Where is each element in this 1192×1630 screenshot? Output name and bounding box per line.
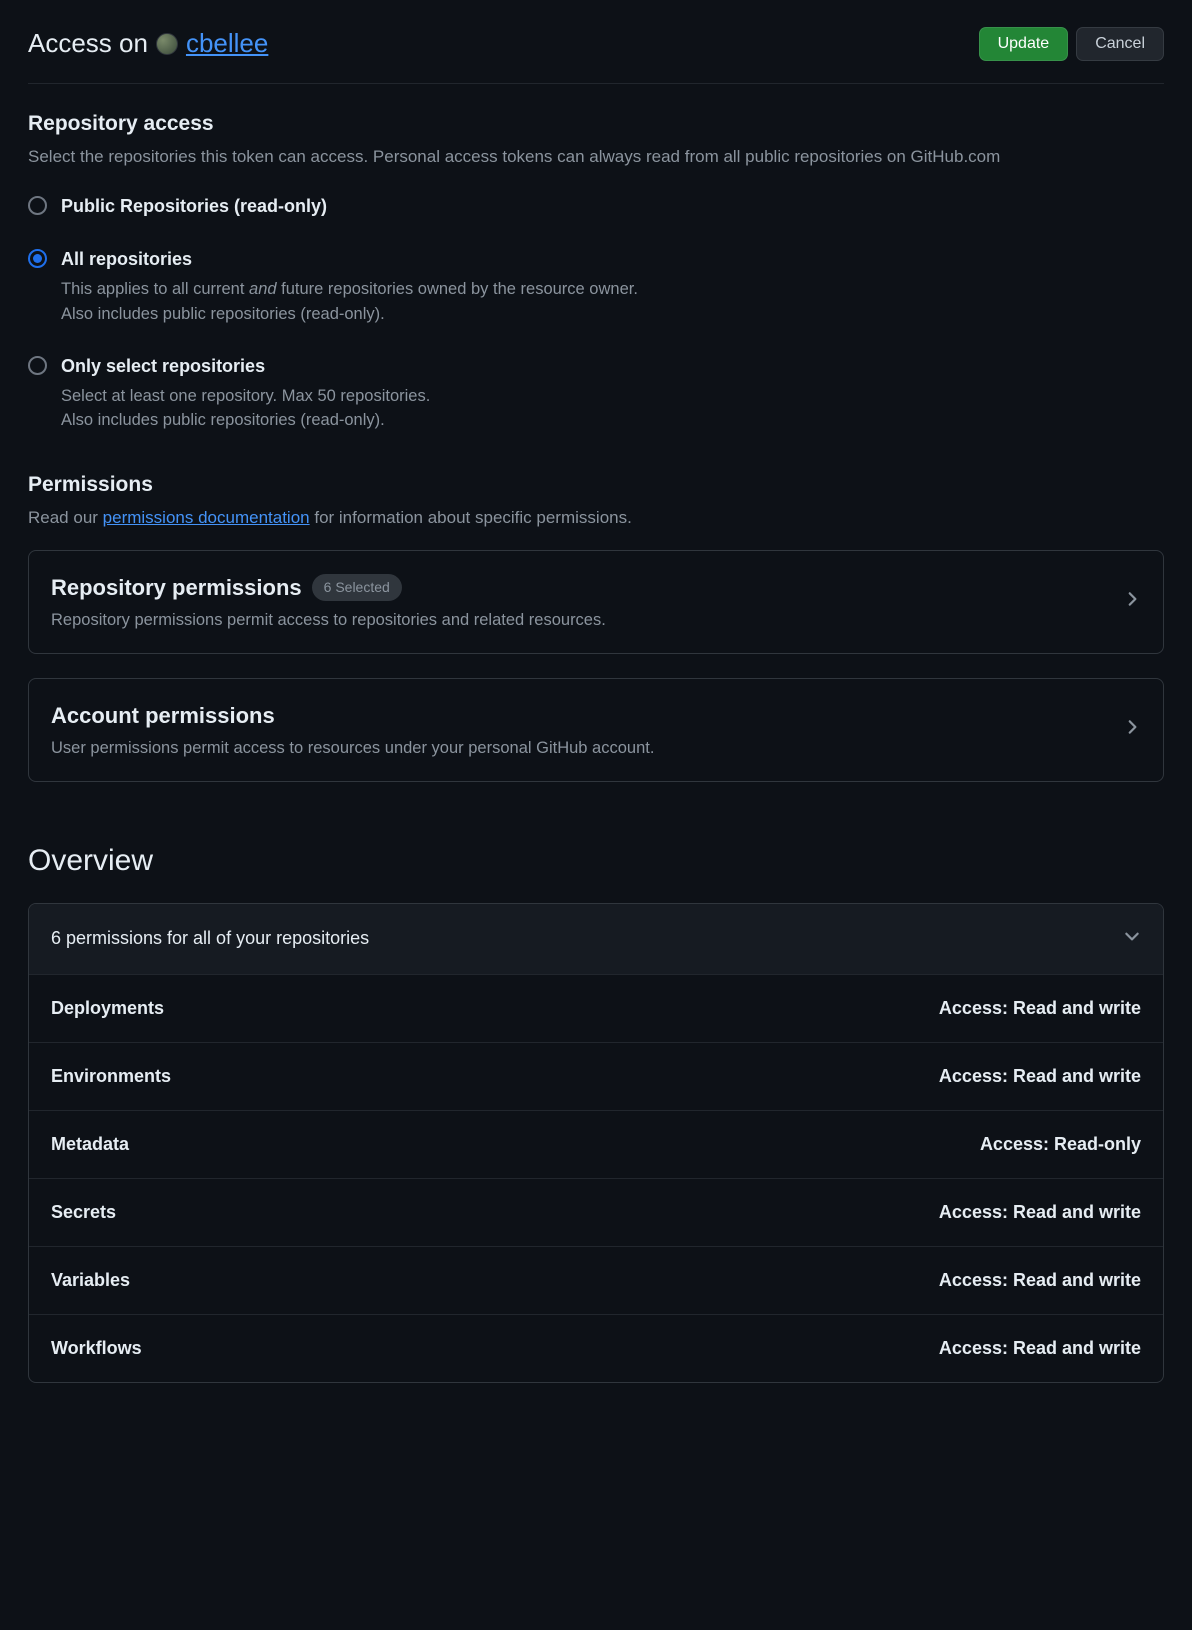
update-button[interactable]: Update: [979, 27, 1069, 61]
overview-header-text: 6 permissions for all of your repositori…: [51, 925, 369, 952]
repo-perm-badge: 6 Selected: [312, 574, 402, 601]
user-link[interactable]: cbellee: [186, 24, 268, 63]
overview-row: Variables Access: Read and write: [29, 1246, 1163, 1314]
radio-input-public[interactable]: [28, 196, 47, 215]
repo-access-title: Repository access: [28, 108, 1164, 140]
radio-input-all[interactable]: [28, 249, 47, 268]
permissions-desc: Read our permissions documentation for i…: [28, 505, 1164, 531]
permissions-title: Permissions: [28, 469, 1164, 501]
permission-access: Access: Read and write: [939, 1063, 1141, 1090]
repo-perm-title: Repository permissions: [51, 571, 302, 604]
permission-name: Environments: [51, 1063, 171, 1090]
permission-access: Access: Read-only: [980, 1131, 1141, 1158]
radio-select[interactable]: Only select repositories Select at least…: [28, 353, 1164, 434]
permission-name: Secrets: [51, 1199, 116, 1226]
permission-name: Workflows: [51, 1335, 142, 1362]
radio-public[interactable]: Public Repositories (read-only): [28, 193, 1164, 220]
chevron-down-icon: [1123, 924, 1141, 954]
overview-header[interactable]: 6 permissions for all of your repositori…: [29, 904, 1163, 974]
overview-row: Environments Access: Read and write: [29, 1042, 1163, 1110]
permission-name: Variables: [51, 1267, 130, 1294]
permission-access: Access: Read and write: [939, 1267, 1141, 1294]
radio-desc: This applies to all current and future r…: [61, 277, 638, 327]
overview-title: Overview: [28, 838, 1164, 883]
permissions-doc-link[interactable]: permissions documentation: [103, 508, 310, 527]
radio-label: Only select repositories: [61, 353, 430, 380]
account-perm-desc: User permissions permit access to resour…: [51, 736, 654, 761]
overview-box: 6 permissions for all of your repositori…: [28, 903, 1164, 1383]
permission-access: Access: Read and write: [939, 1199, 1141, 1226]
repo-access-desc: Select the repositories this token can a…: [28, 144, 1164, 170]
chevron-right-icon: [1123, 715, 1141, 745]
avatar: [156, 33, 178, 55]
radio-input-select[interactable]: [28, 356, 47, 375]
permission-access: Access: Read and write: [939, 995, 1141, 1022]
radio-all[interactable]: All repositories This applies to all cur…: [28, 246, 1164, 327]
permission-access: Access: Read and write: [939, 1335, 1141, 1362]
cancel-button[interactable]: Cancel: [1076, 27, 1164, 61]
radio-label: Public Repositories (read-only): [61, 193, 327, 220]
overview-row: Deployments Access: Read and write: [29, 974, 1163, 1042]
radio-label: All repositories: [61, 246, 638, 273]
account-perm-title: Account permissions: [51, 699, 654, 732]
repo-permissions-card[interactable]: Repository permissions 6 Selected Reposi…: [28, 550, 1164, 654]
repo-perm-desc: Repository permissions permit access to …: [51, 608, 606, 633]
overview-row: Metadata Access: Read-only: [29, 1110, 1163, 1178]
permission-name: Metadata: [51, 1131, 129, 1158]
overview-row: Workflows Access: Read and write: [29, 1314, 1163, 1382]
page-title: Access on cbellee: [28, 24, 268, 63]
permission-name: Deployments: [51, 995, 164, 1022]
account-permissions-card[interactable]: Account permissions User permissions per…: [28, 678, 1164, 782]
title-prefix: Access on: [28, 24, 148, 63]
chevron-right-icon: [1123, 587, 1141, 617]
radio-desc: Select at least one repository. Max 50 r…: [61, 384, 430, 434]
overview-row: Secrets Access: Read and write: [29, 1178, 1163, 1246]
